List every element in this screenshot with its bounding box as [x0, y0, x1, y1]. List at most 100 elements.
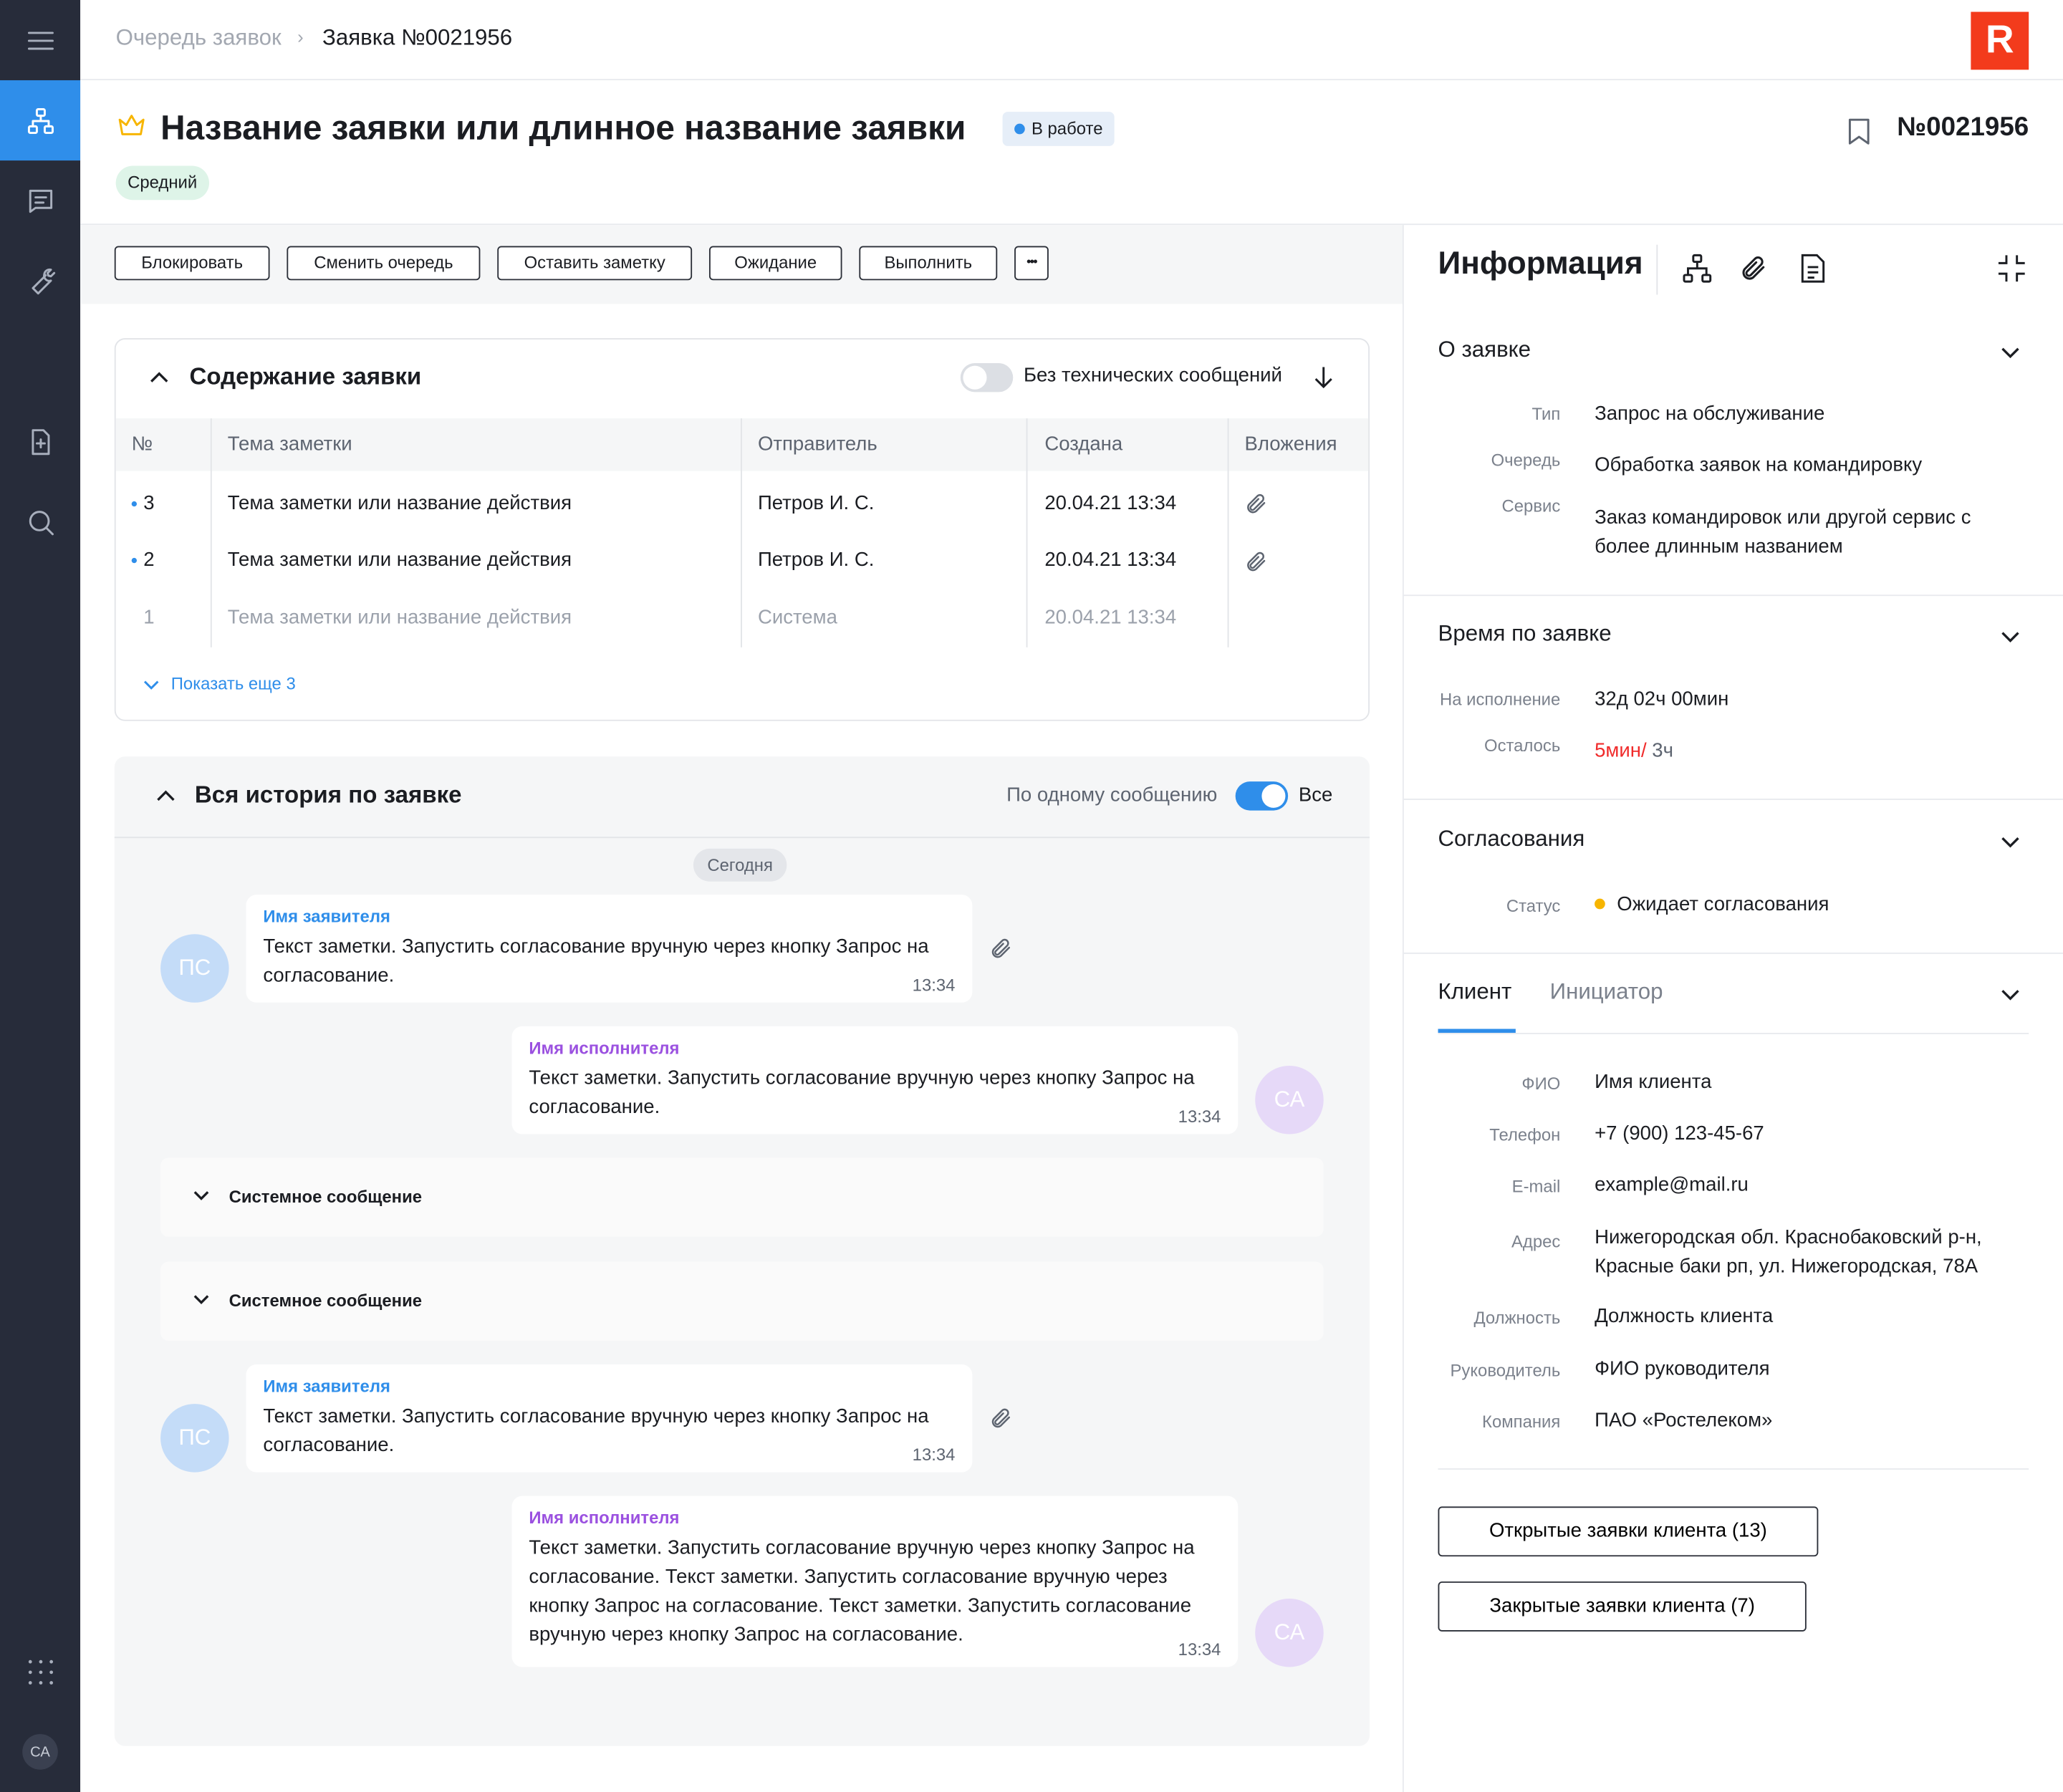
table-row-sender: Система — [757, 606, 837, 630]
nav-search[interactable] — [0, 481, 80, 562]
col-created[interactable]: Создана — [1044, 433, 1122, 455]
tech-messages-toggle[interactable] — [960, 363, 1014, 392]
chevron-up-icon[interactable] — [149, 368, 170, 387]
system-message[interactable]: Системное сообщение — [160, 1157, 1324, 1237]
collapse-icon[interactable] — [1997, 254, 2026, 283]
client-position: Должность клиента — [1595, 1305, 1774, 1328]
chevron-down-icon[interactable] — [2000, 987, 2021, 1003]
chevron-up-icon[interactable] — [155, 787, 176, 806]
system-message[interactable]: Системное сообщение — [160, 1261, 1324, 1341]
about-section-title[interactable]: О заявке — [1438, 337, 1531, 363]
time-section-title[interactable]: Время по заявке — [1438, 621, 1612, 647]
message-author[interactable]: Имя заявителя — [263, 907, 390, 927]
user-avatar[interactable]: СА — [22, 1734, 58, 1770]
change-queue-button[interactable]: Сменить очередь — [287, 246, 481, 281]
hierarchy-icon[interactable] — [1681, 253, 1713, 284]
chevron-down-icon — [193, 1295, 209, 1304]
paperclip-icon[interactable] — [989, 937, 1013, 960]
message-bubble: Имя исполнителя Текст заметки. Запустить… — [511, 1495, 1239, 1667]
title-divider — [1656, 244, 1658, 295]
paperclip-icon[interactable] — [989, 1407, 1013, 1430]
paperclip-icon[interactable] — [1245, 492, 1269, 516]
message-author[interactable]: Имя исполнителя — [529, 1508, 679, 1528]
show-more-link[interactable]: Показать еще 3 — [171, 674, 296, 694]
request-number: №0021956 — [1897, 112, 2029, 143]
client-name: Имя клиента — [1595, 1071, 1712, 1094]
priority-badge: Средний — [115, 165, 209, 201]
history-divider — [114, 837, 1370, 839]
section-divider — [1403, 799, 2063, 800]
approvals-section-title[interactable]: Согласования — [1438, 827, 1585, 853]
status-badge: В работе — [1002, 112, 1115, 146]
chevron-down-icon[interactable] — [2000, 629, 2021, 645]
client-company: ПАО «Ростелеком» — [1595, 1409, 1773, 1432]
tab-client[interactable]: Клиент — [1438, 979, 1512, 1006]
document-icon[interactable] — [1799, 253, 1827, 284]
bookmark-icon[interactable] — [1847, 117, 1871, 145]
waiting-button[interactable]: Ожидание — [708, 246, 842, 281]
closed-requests-button[interactable]: Закрытые заявки клиента (7) — [1438, 1581, 1807, 1632]
field-label: Компания — [1482, 1412, 1561, 1432]
message-time: 13:34 — [912, 975, 956, 995]
paperclip-icon[interactable] — [1739, 254, 1768, 283]
complete-button[interactable]: Выполнить — [859, 246, 998, 281]
chevron-down-icon[interactable] — [2000, 345, 2021, 360]
single-message-label: По одному сообщению — [1006, 784, 1218, 807]
nav-structure[interactable] — [0, 80, 81, 161]
chevron-down-icon[interactable] — [2000, 834, 2021, 850]
table-row-sender: Петров И. С. — [757, 492, 875, 515]
nav-messages[interactable] — [0, 160, 80, 241]
history-mode-toggle[interactable] — [1235, 781, 1289, 811]
info-title: Информация — [1438, 246, 1643, 282]
avatar: СА — [1255, 1598, 1324, 1667]
field-label: E-mail — [1511, 1176, 1561, 1196]
nav-new-document[interactable] — [0, 401, 80, 481]
chevron-down-icon[interactable] — [142, 678, 160, 693]
date-separator: Сегодня — [693, 848, 787, 882]
system-message-label: Системное сообщение — [229, 1291, 423, 1311]
col-topic[interactable]: Тема заметки — [228, 433, 352, 455]
sort-down-icon[interactable] — [1312, 365, 1335, 391]
message-author[interactable]: Имя исполнителя — [529, 1038, 679, 1058]
table-row-created: 20.04.21 13:34 — [1044, 549, 1177, 572]
message-bubble: Имя заявителя Текст заметки. Запустить с… — [246, 1364, 973, 1473]
col-sender[interactable]: Отправитель — [758, 433, 877, 455]
table-row-num: 2 — [143, 549, 155, 572]
tab-initiator[interactable]: Инициатор — [1550, 979, 1663, 1006]
paperclip-icon[interactable] — [1245, 550, 1269, 574]
client-phone[interactable]: +7 (900) 123-45-67 — [1595, 1119, 1764, 1148]
block-button[interactable]: Блокировать — [114, 246, 270, 281]
client-email[interactable]: example@mail.ru — [1595, 1171, 1749, 1200]
search-icon — [28, 510, 54, 535]
unread-dot — [131, 557, 138, 564]
nav-tools[interactable] — [0, 241, 80, 321]
leave-note-button[interactable]: Оставить заметку — [497, 246, 693, 281]
apps-button[interactable] — [0, 1632, 80, 1712]
field-label: Осталось — [1483, 735, 1561, 756]
col-divider — [1026, 418, 1028, 647]
approval-status: Ожидает согласования — [1617, 893, 1829, 916]
wrench-icon — [31, 267, 55, 294]
brand-logo-icon: R — [1971, 11, 2029, 70]
col-num: № — [131, 433, 153, 456]
time-left-total: 3ч — [1646, 739, 1673, 762]
top-bar: Очередь заявок › Заявка №0021956 R — [80, 0, 2063, 81]
table-row-topic[interactable]: Тема заметки или название действия — [228, 492, 572, 514]
message-time: 13:34 — [912, 1445, 956, 1465]
time-left-overdue: 5мин/ — [1595, 739, 1647, 762]
sidebar: СА — [0, 0, 81, 1792]
table-row-topic[interactable]: Тема заметки или название действия — [228, 549, 572, 571]
breadcrumb-chevron-icon: › — [297, 26, 304, 48]
tabs-divider — [1438, 1033, 2029, 1034]
exec-time-value: 32д 02ч 00мин — [1595, 688, 1729, 710]
table-row-created: 20.04.21 13:34 — [1044, 606, 1177, 630]
history-title: Вся история по заявке — [194, 781, 462, 808]
more-actions-button[interactable]: ••• — [1014, 246, 1049, 281]
table-row-created: 20.04.21 13:34 — [1044, 492, 1177, 515]
field-label: Статус — [1506, 895, 1561, 916]
message-author[interactable]: Имя заявителя — [263, 1377, 390, 1397]
table-row-topic[interactable]: Тема заметки или название действия — [228, 607, 572, 629]
breadcrumb-parent[interactable]: Очередь заявок — [116, 25, 282, 52]
menu-button[interactable] — [0, 0, 80, 80]
open-requests-button[interactable]: Открытые заявки клиента (13) — [1438, 1506, 1819, 1557]
